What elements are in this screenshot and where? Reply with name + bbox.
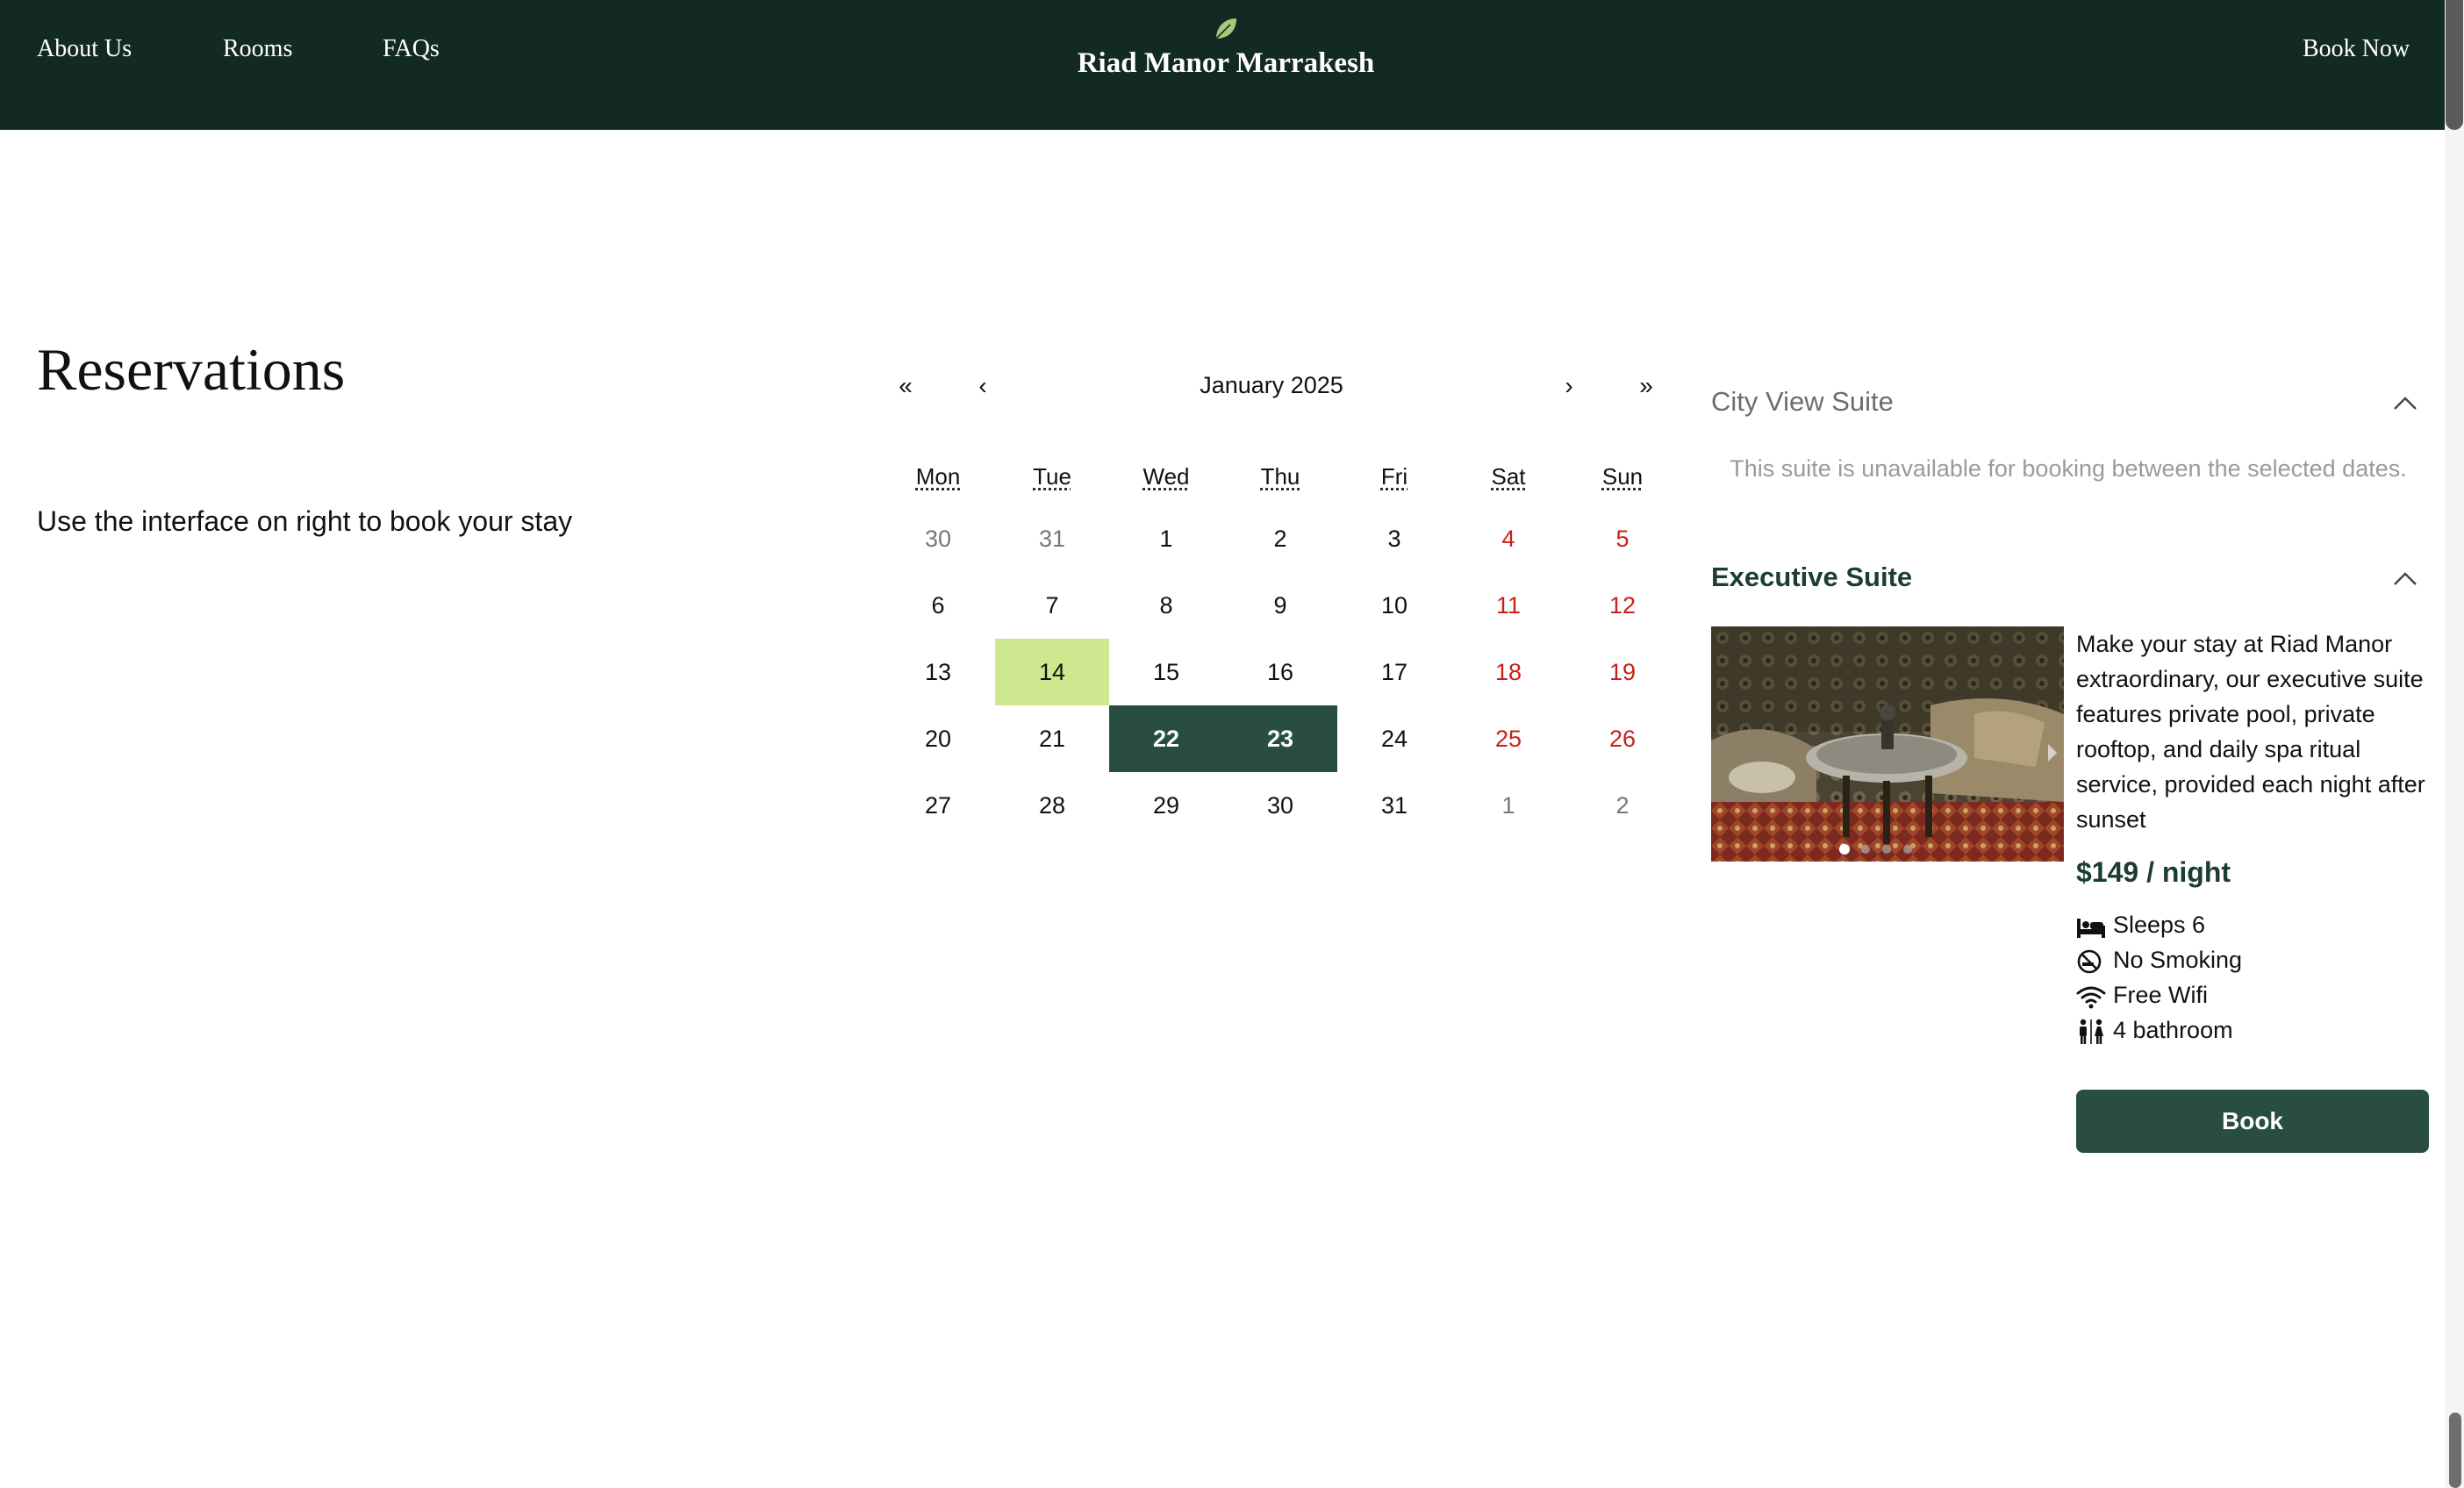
calendar-day[interactable]: 11 xyxy=(1451,572,1565,639)
calendar-day[interactable]: 19 xyxy=(1565,639,1680,705)
calendar-day[interactable]: 10 xyxy=(1337,572,1451,639)
calendar-day[interactable]: 1 xyxy=(1451,772,1565,839)
calendar-day-selected[interactable]: 22 xyxy=(1109,705,1223,772)
scrollbar-thumb[interactable] xyxy=(2446,0,2463,130)
feature-bathroom: 4 bathroom xyxy=(2076,1014,2233,1046)
calendar-day[interactable]: 3 xyxy=(1337,505,1451,572)
calendar-day[interactable]: 16 xyxy=(1223,639,1337,705)
suite-price: $149 / night xyxy=(2076,856,2231,888)
calendar-prev-year-button[interactable]: « xyxy=(888,372,923,400)
weekday-wed: Wed xyxy=(1142,463,1190,490)
weekday-tue: Tue xyxy=(1033,463,1071,490)
brand-logo[interactable]: Riad Manor Marrakesh xyxy=(1035,16,1416,86)
calendar-day[interactable]: 15 xyxy=(1109,639,1223,705)
no-smoking-icon xyxy=(2077,949,2102,974)
calendar-day[interactable]: 5 xyxy=(1565,505,1680,572)
calendar-day[interactable]: 26 xyxy=(1565,705,1680,772)
calendar-day[interactable]: 29 xyxy=(1109,772,1223,839)
restroom-icon xyxy=(2080,1019,2103,1044)
book-button[interactable]: Book xyxy=(2076,1090,2429,1153)
calendar-day[interactable]: 20 xyxy=(881,705,995,772)
calendar-day[interactable]: 13 xyxy=(881,639,995,705)
feature-no-smoking: No Smoking xyxy=(2076,944,2242,976)
city-view-suite-header[interactable]: City View Suite xyxy=(1711,386,1894,418)
carousel-dot xyxy=(1882,845,1891,854)
suite-description: Make your stay at Riad Manor extraordina… xyxy=(2076,631,2425,833)
calendar-day[interactable]: 12 xyxy=(1565,572,1680,639)
calendar-day[interactable]: 6 xyxy=(881,572,995,639)
calendar-next-month-button[interactable]: › xyxy=(1551,372,1587,400)
weekday-thu: Thu xyxy=(1260,463,1300,490)
carousel-dot-active xyxy=(1839,844,1850,855)
calendar-day[interactable]: 9 xyxy=(1223,572,1337,639)
page-title: Reservations xyxy=(37,336,346,403)
calendar-day[interactable]: 21 xyxy=(995,705,1109,772)
weekday-sun: Sun xyxy=(1601,463,1644,490)
calendar-next-year-button[interactable]: » xyxy=(1629,372,1664,400)
weekday-mon: Mon xyxy=(915,463,961,490)
suite-photo xyxy=(1711,626,2064,862)
calendar-day[interactable]: 8 xyxy=(1109,572,1223,639)
scrollbar-thumb-secondary[interactable] xyxy=(2449,1413,2461,1488)
calendar-day-selected[interactable]: 23 xyxy=(1223,705,1337,772)
brand-name: Riad Manor Marrakesh xyxy=(1077,47,1375,79)
chevron-up-icon[interactable] xyxy=(2392,395,2418,412)
chevron-up-icon[interactable] xyxy=(2392,570,2418,588)
unavailable-message: This suite is unavailable for booking be… xyxy=(1730,455,2407,482)
calendar-day-today[interactable]: 14 xyxy=(995,639,1109,705)
calendar-month-label[interactable]: January 2025 xyxy=(1092,372,1451,399)
bed-icon xyxy=(2077,918,2105,938)
calendar-day[interactable]: 27 xyxy=(881,772,995,839)
top-navigation: About Us Rooms FAQs Riad Manor Marrakesh… xyxy=(0,0,2445,130)
calendar-day[interactable]: 31 xyxy=(1337,772,1451,839)
carousel-dot xyxy=(1861,845,1870,854)
calendar-day[interactable]: 1 xyxy=(1109,505,1223,572)
calendar-day[interactable]: 25 xyxy=(1451,705,1565,772)
feature-sleeps: Sleeps 6 xyxy=(2076,909,2205,941)
calendar-prev-month-button[interactable]: ‹ xyxy=(965,372,1000,400)
calendar-day[interactable]: 2 xyxy=(1565,772,1680,839)
executive-suite-header[interactable]: Executive Suite xyxy=(1711,562,1912,593)
suite-photo-carousel[interactable] xyxy=(1711,626,2064,862)
calendar-day[interactable]: 28 xyxy=(995,772,1109,839)
calendar-day[interactable]: 18 xyxy=(1451,639,1565,705)
nav-faqs-link[interactable]: FAQs xyxy=(383,35,440,63)
calendar-day[interactable]: 17 xyxy=(1337,639,1451,705)
page-subtitle: Use the interface on right to book your … xyxy=(37,505,573,537)
book-now-link[interactable]: Book Now xyxy=(2303,35,2410,63)
weekday-fri: Fri xyxy=(1380,463,1408,490)
nav-about-us-link[interactable]: About Us xyxy=(37,35,132,63)
calendar-day[interactable]: 30 xyxy=(1223,772,1337,839)
calendar-day[interactable]: 4 xyxy=(1451,505,1565,572)
calendar-day[interactable]: 31 xyxy=(995,505,1109,572)
wifi-icon xyxy=(2076,986,2106,1009)
calendar-day[interactable]: 24 xyxy=(1337,705,1451,772)
calendar-day[interactable]: 7 xyxy=(995,572,1109,639)
feature-wifi: Free Wifi xyxy=(2076,979,2208,1011)
weekday-sat: Sat xyxy=(1491,463,1526,490)
calendar-day[interactable]: 30 xyxy=(881,505,995,572)
leaf-icon xyxy=(1215,18,1236,39)
nav-rooms-link[interactable]: Rooms xyxy=(223,35,292,63)
carousel-dot xyxy=(1903,845,1912,854)
calendar-day[interactable]: 2 xyxy=(1223,505,1337,572)
scrollbar-track[interactable] xyxy=(2445,0,2464,1488)
